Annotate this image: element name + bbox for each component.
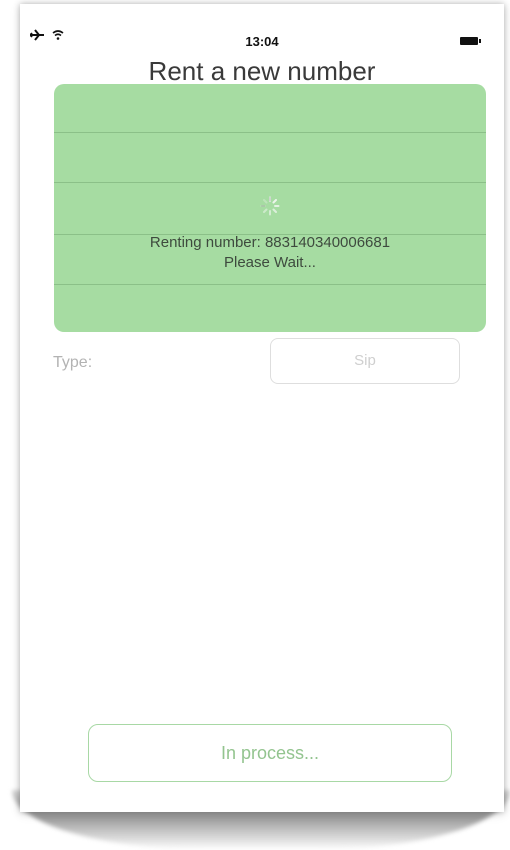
page: 13:04 Rent a new number Renting number: … [0,0,510,850]
hud-message-wait: Please Wait... [224,254,316,271]
progress-hud: Renting number: 883140340006681 Please W… [54,84,486,332]
phone-screen: 13:04 Rent a new number Renting number: … [20,4,504,812]
table-separator [54,284,486,285]
in-process-button[interactable]: In process... [88,724,452,782]
table-separator [54,132,486,133]
status-time: 13:04 [245,34,279,49]
status-bar: 13:04 [20,4,504,49]
hud-message-number: Renting number: 883140340006681 [149,234,391,251]
type-sip-button[interactable]: Sip [270,338,460,384]
activity-spinner-icon [260,196,280,216]
type-label: Type: [53,354,93,371]
page-title: Rent a new number [148,56,376,86]
battery-icon [460,37,481,45]
table-separator [54,182,486,183]
